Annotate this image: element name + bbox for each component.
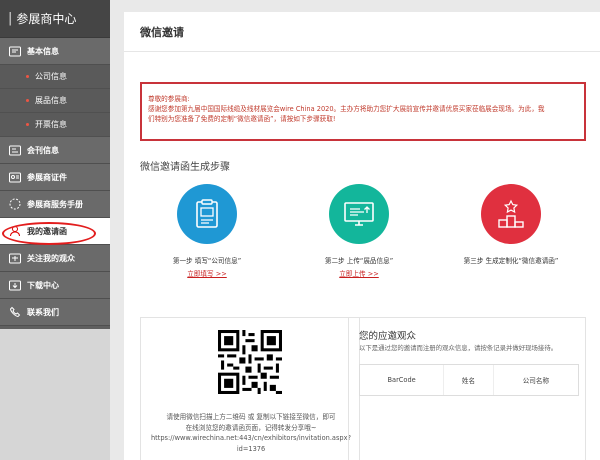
sidebar-item-my-invitation[interactable]: 我的邀请函 xyxy=(0,218,110,245)
sidebar-subitem-label: 公司信息 xyxy=(35,72,67,81)
upload-now-link[interactable]: 立即上传 >> xyxy=(284,268,434,278)
divider-bar: | xyxy=(8,11,13,26)
manual-icon xyxy=(9,198,21,210)
sidebar-subitem-label: 展品信息 xyxy=(35,96,67,105)
step-2-circle xyxy=(329,184,389,244)
user-icon xyxy=(9,225,21,237)
fill-now-link[interactable]: 立即填写 >> xyxy=(132,268,282,278)
qr-instruction-line: 请使用微信扫描上方二维码 或 复制以下链接至微信，即可 xyxy=(166,413,336,421)
sidebar-subitem-label: 开票信息 xyxy=(35,120,67,129)
step-2: 第二步 上传“展品信息” 立即上传 >> xyxy=(284,184,434,278)
sidebar-item-label: 关注我的观众 xyxy=(27,253,75,263)
bullet-dot xyxy=(26,99,29,102)
steps-title: 微信邀请函生成步骤 xyxy=(140,162,230,173)
step-1-label: 第一步 填写“公司信息” xyxy=(172,257,242,265)
sidebar-item-contact-us[interactable]: 联系我们 xyxy=(0,299,110,326)
sidebar-item-basic-info[interactable]: 基本信息 xyxy=(0,38,110,65)
sidebar-item-download-center[interactable]: 下载中心 xyxy=(0,272,110,299)
column-header-name: 姓名 xyxy=(444,365,494,395)
audience-panel: 您的应邀观众 以下是通过您的邀请而注册的观众信息，请按条记录并做好现场接待。 B… xyxy=(348,317,586,460)
sidebar-item-followers[interactable]: 关注我的观众 xyxy=(0,245,110,272)
sidebar-subitem-product-info[interactable]: 展品信息 xyxy=(0,89,110,113)
sidebar-item-exhibitor-badge[interactable]: 参展商证件 xyxy=(0,164,110,191)
sidebar-title: 参展商中心 xyxy=(16,12,77,26)
clipboard-icon xyxy=(196,199,218,228)
podium-star-icon xyxy=(498,199,524,228)
audience-icon xyxy=(9,252,21,264)
sidebar-item-label: 参展商服务手册 xyxy=(27,199,83,209)
bullet-dot xyxy=(26,75,29,78)
sidebar: | 参展商中心 基本信息 公司信息 展品信息 开票信息 会刊信息 参展商证件 参… xyxy=(0,0,110,460)
sidebar-item-label: 我的邀请函 xyxy=(27,226,67,236)
badge-icon xyxy=(9,171,21,183)
step-1: 第一步 填写“公司信息” 立即填写 >> xyxy=(132,184,282,278)
page-title: 微信邀请 xyxy=(124,12,600,52)
notice-greeting: 尊敬的参展商: xyxy=(148,95,190,103)
notice-line: 们特别为您准备了免费的定制“微信邀请函”，请按如下步骤获取! xyxy=(148,114,336,123)
sidebar-item-label: 参展商证件 xyxy=(27,172,67,182)
audience-description: 以下是通过您的邀请而注册的观众信息，请按条记录并做好现场接待。 xyxy=(359,344,558,352)
sidebar-item-label: 会刊信息 xyxy=(27,145,59,155)
step-1-circle xyxy=(177,184,237,244)
sidebar-item-label: 联系我们 xyxy=(27,307,59,317)
sidebar-header: | 参展商中心 xyxy=(0,0,110,38)
sidebar-item-label: 基本信息 xyxy=(27,46,59,56)
column-header-company: 公司名称 xyxy=(522,377,550,385)
main-panel: 微信邀请 尊敬的参展商: 感谢您参加第九届中国国际线缆及线材展览会wire Ch… xyxy=(124,12,600,460)
step-3-label: 第三步 生成定制化“微信邀请函” xyxy=(463,257,559,265)
qr-instructions: 请使用微信扫描上方二维码 或 复制以下链接至微信，即可 在线浏览您的邀请函页面，… xyxy=(147,412,355,454)
audience-table-header: BarCode 姓名 公司名称 xyxy=(359,364,579,396)
qr-instruction-line: 在线浏览您的邀请函页面，记得转发分享哦~ xyxy=(185,423,317,432)
step-3: 第三步 生成定制化“微信邀请函” xyxy=(436,184,586,265)
step-2-label: 第二步 上传“展品信息” xyxy=(324,257,394,265)
sidebar-item-catalog-info[interactable]: 会刊信息 xyxy=(0,137,110,164)
qr-code-image xyxy=(218,330,282,394)
invitation-url[interactable]: https://www.wirechina.net:443/cn/exhibit… xyxy=(147,433,355,444)
monitor-upload-icon xyxy=(344,202,374,226)
sidebar-subitem-invoice-info[interactable]: 开票信息 xyxy=(0,113,110,137)
step-3-circle xyxy=(481,184,541,244)
sidebar-item-service-manual[interactable]: 参展商服务手册 xyxy=(0,191,110,218)
sidebar-filler xyxy=(0,329,110,460)
download-icon xyxy=(9,279,21,291)
bullet-dot xyxy=(26,123,29,126)
qr-panel: 请使用微信扫描上方二维码 或 复制以下链接至微信，即可 在线浏览您的邀请函页面，… xyxy=(140,317,360,460)
invitation-url-id[interactable]: id=1376 xyxy=(147,444,355,455)
sidebar-item-label: 下载中心 xyxy=(27,280,59,290)
sidebar-subitem-company-info[interactable]: 公司信息 xyxy=(0,65,110,89)
column-header-barcode: BarCode xyxy=(360,365,445,395)
id-card-icon xyxy=(9,45,21,57)
notice-box: 尊敬的参展商: 感谢您参加第九届中国国际线缆及线材展览会wire China 2… xyxy=(140,82,586,141)
catalog-icon xyxy=(9,144,21,156)
phone-icon xyxy=(9,306,21,318)
audience-title: 您的应邀观众 xyxy=(359,331,417,342)
notice-line: 感谢您参加第九届中国国际线缆及线材展览会wire China 2020。主办方将… xyxy=(148,104,545,113)
